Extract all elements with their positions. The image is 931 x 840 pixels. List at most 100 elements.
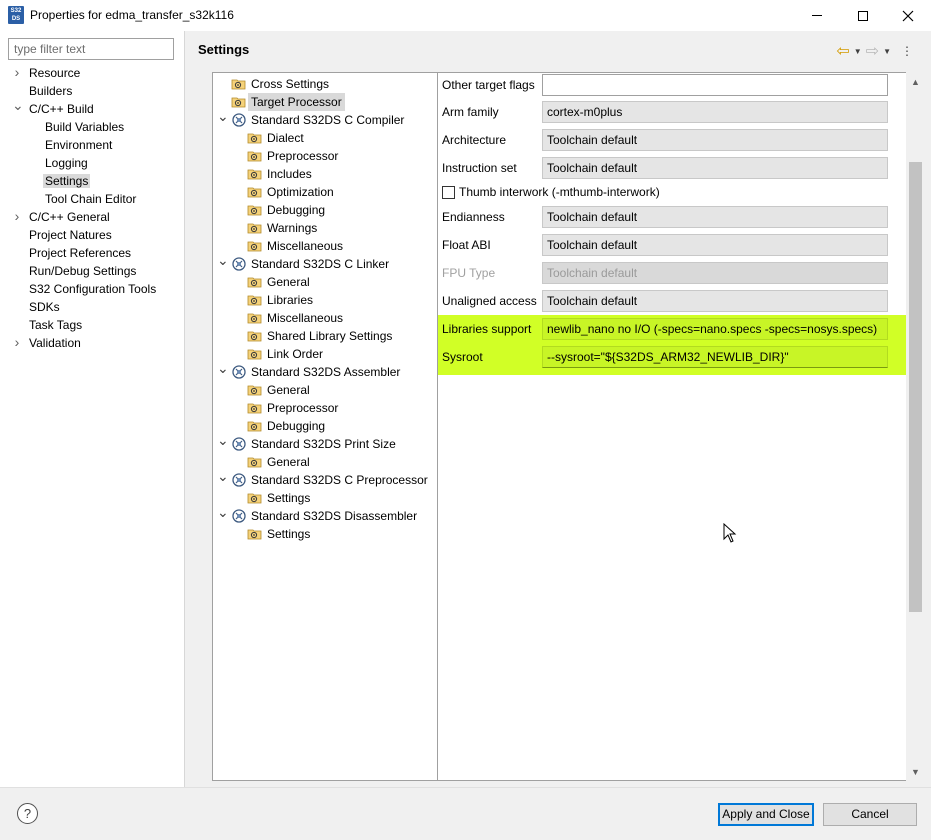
- architecture-select[interactable]: Toolchain default: [542, 129, 888, 151]
- tool-tree-item[interactable]: ⌄ Standard S32DS Disassembler: [213, 505, 437, 525]
- endianness-select[interactable]: Toolchain default: [542, 206, 888, 228]
- other-target-flags-input[interactable]: [542, 74, 888, 96]
- nav-item-label: Validation: [29, 336, 81, 350]
- tool-tree-item[interactable]: Includes: [213, 165, 437, 183]
- nav-item-label: Task Tags: [29, 318, 83, 332]
- nav-item[interactable]: › C/C++ General: [15, 208, 110, 226]
- nav-item[interactable]: Logging: [45, 154, 88, 172]
- tool-tree-item[interactable]: General: [213, 381, 437, 399]
- tool-tree-item[interactable]: Optimization: [213, 183, 437, 201]
- tool-tree-item[interactable]: Link Order: [213, 345, 437, 363]
- maximize-button[interactable]: [840, 0, 886, 31]
- instruction-set-label: Instruction set: [442, 161, 517, 175]
- arm-family-row: Arm family cortex-m0plus: [438, 100, 908, 128]
- tool-tree-item[interactable]: Miscellaneous: [213, 237, 437, 255]
- nav-item[interactable]: Task Tags: [29, 316, 82, 334]
- chevron-right-icon[interactable]: ›: [12, 208, 22, 226]
- nav-item[interactable]: Run/Debug Settings: [29, 262, 136, 280]
- tool-tree-item[interactable]: Shared Library Settings: [213, 327, 437, 345]
- tool-tree-item[interactable]: Miscellaneous: [213, 309, 437, 327]
- close-button[interactable]: [885, 0, 931, 31]
- folder-settings-icon: [247, 274, 263, 290]
- tool-tree-item[interactable]: General: [213, 453, 437, 471]
- tool-tree-item[interactable]: ⌄ Standard S32DS C Linker: [213, 253, 437, 273]
- chevron-down-icon[interactable]: ⌄: [217, 109, 229, 123]
- minimize-button[interactable]: [794, 0, 840, 31]
- nav-item[interactable]: ⌄ C/C++ Build: [12, 98, 94, 118]
- tool-tree-item[interactable]: General: [213, 273, 437, 291]
- back-dropdown-icon[interactable]: ▼: [854, 47, 862, 56]
- nav-item-label: Logging: [45, 156, 88, 170]
- tool-tree-item[interactable]: ⌄ Standard S32DS C Compiler: [213, 109, 437, 129]
- nav-item[interactable]: SDKs: [29, 298, 60, 316]
- help-icon[interactable]: ?: [17, 803, 38, 824]
- folder-settings-icon: [247, 310, 263, 326]
- unaligned-access-select[interactable]: Toolchain default: [542, 290, 888, 312]
- folder-settings-icon: [231, 94, 247, 110]
- tool-tree-item-label: Standard S32DS Disassembler: [251, 509, 418, 523]
- scroll-thumb[interactable]: [909, 162, 922, 612]
- unaligned-access-label: Unaligned access: [442, 294, 537, 308]
- chevron-down-icon[interactable]: ⌄: [217, 361, 229, 375]
- tool-tree-item[interactable]: ⌄ Standard S32DS C Preprocessor: [213, 469, 437, 489]
- nav-item[interactable]: Project References: [29, 244, 131, 262]
- back-arrow-icon[interactable]: ⇦: [836, 41, 849, 61]
- chevron-down-icon[interactable]: ⌄: [217, 433, 229, 447]
- window-title: Properties for edma_transfer_s32k116: [30, 8, 234, 22]
- nav-item[interactable]: › Resource: [15, 64, 81, 82]
- tool-tree-item[interactable]: Debugging: [213, 417, 437, 435]
- maximize-icon: [858, 10, 868, 21]
- sysroot-input[interactable]: --sysroot="${S32DS_ARM32_NEWLIB_DIR}": [542, 346, 888, 368]
- tool-tree-item-label: General: [267, 455, 310, 469]
- scroll-up-icon[interactable]: ▲: [906, 74, 925, 91]
- nav-item[interactable]: Settings: [43, 172, 91, 190]
- tool-tree-item[interactable]: ⌄ Standard S32DS Print Size: [213, 433, 437, 453]
- fpu-type-row: FPU Type Toolchain default: [438, 261, 908, 289]
- nav-item[interactable]: Tool Chain Editor: [45, 190, 136, 208]
- chevron-down-icon[interactable]: ⌄: [217, 253, 229, 267]
- filter-input[interactable]: [8, 38, 174, 60]
- tool-tree-item[interactable]: ⌄ Standard S32DS Assembler: [213, 361, 437, 381]
- tool-tree-item[interactable]: Debugging: [213, 201, 437, 219]
- scroll-down-icon[interactable]: ▼: [906, 764, 925, 781]
- cancel-button[interactable]: Cancel: [823, 803, 917, 826]
- tool-tree-item[interactable]: Target Processor: [213, 93, 437, 111]
- thumb-interwork-checkbox[interactable]: [442, 185, 455, 199]
- tool-tree-item[interactable]: Cross Settings: [213, 75, 437, 93]
- float-abi-select[interactable]: Toolchain default: [542, 234, 888, 256]
- tool-tree-item[interactable]: Preprocessor: [213, 399, 437, 417]
- tool-tree-item[interactable]: Dialect: [213, 129, 437, 147]
- forward-arrow-icon[interactable]: ⇨: [866, 41, 879, 61]
- nav-item[interactable]: Environment: [45, 136, 112, 154]
- nav-item[interactable]: Builders: [29, 82, 72, 100]
- chevron-right-icon[interactable]: ›: [12, 64, 22, 82]
- tool-tree-item-label: Standard S32DS Assembler: [251, 365, 401, 379]
- tool-tree-item[interactable]: Preprocessor: [213, 147, 437, 165]
- chevron-down-icon[interactable]: ⌄: [217, 505, 229, 519]
- tool-tree-item-label: Includes: [267, 167, 312, 181]
- chevron-down-icon[interactable]: ⌄: [12, 98, 24, 118]
- vertical-scrollbar[interactable]: ▲ ▼: [906, 72, 925, 781]
- view-menu-icon[interactable]: ⋮: [901, 44, 913, 58]
- forward-dropdown-icon[interactable]: ▼: [883, 47, 891, 56]
- chevron-right-icon[interactable]: ›: [12, 334, 22, 352]
- instruction-set-select[interactable]: Toolchain default: [542, 157, 888, 179]
- apply-and-close-button[interactable]: Apply and Close: [718, 803, 814, 826]
- dialog-button-bar: ? Apply and Close Cancel: [0, 787, 931, 840]
- other-target-flags-label: Other target flags: [442, 78, 535, 92]
- nav-item[interactable]: › Validation: [15, 334, 81, 352]
- arm-family-select[interactable]: cortex-m0plus: [542, 101, 888, 123]
- libraries-support-select[interactable]: newlib_nano no I/O (-specs=nano.specs -s…: [542, 318, 888, 340]
- nav-item[interactable]: Build Variables: [45, 118, 124, 136]
- tool-tree-item[interactable]: Warnings: [213, 219, 437, 237]
- folder-settings-icon: [247, 454, 263, 470]
- target-processor-options: Other target flags Arm family cortex-m0p…: [437, 72, 908, 781]
- chevron-down-icon[interactable]: ⌄: [217, 469, 229, 483]
- tool-tree-item-label: Warnings: [267, 221, 318, 235]
- nav-item[interactable]: S32 Configuration Tools: [29, 280, 156, 298]
- tool-tree-item[interactable]: Settings: [213, 525, 437, 543]
- nav-item[interactable]: Project Natures: [29, 226, 112, 244]
- nav-item-label: C/C++ General: [29, 210, 110, 224]
- tool-tree-item[interactable]: Libraries: [213, 291, 437, 309]
- tool-tree-item[interactable]: Settings: [213, 489, 437, 507]
